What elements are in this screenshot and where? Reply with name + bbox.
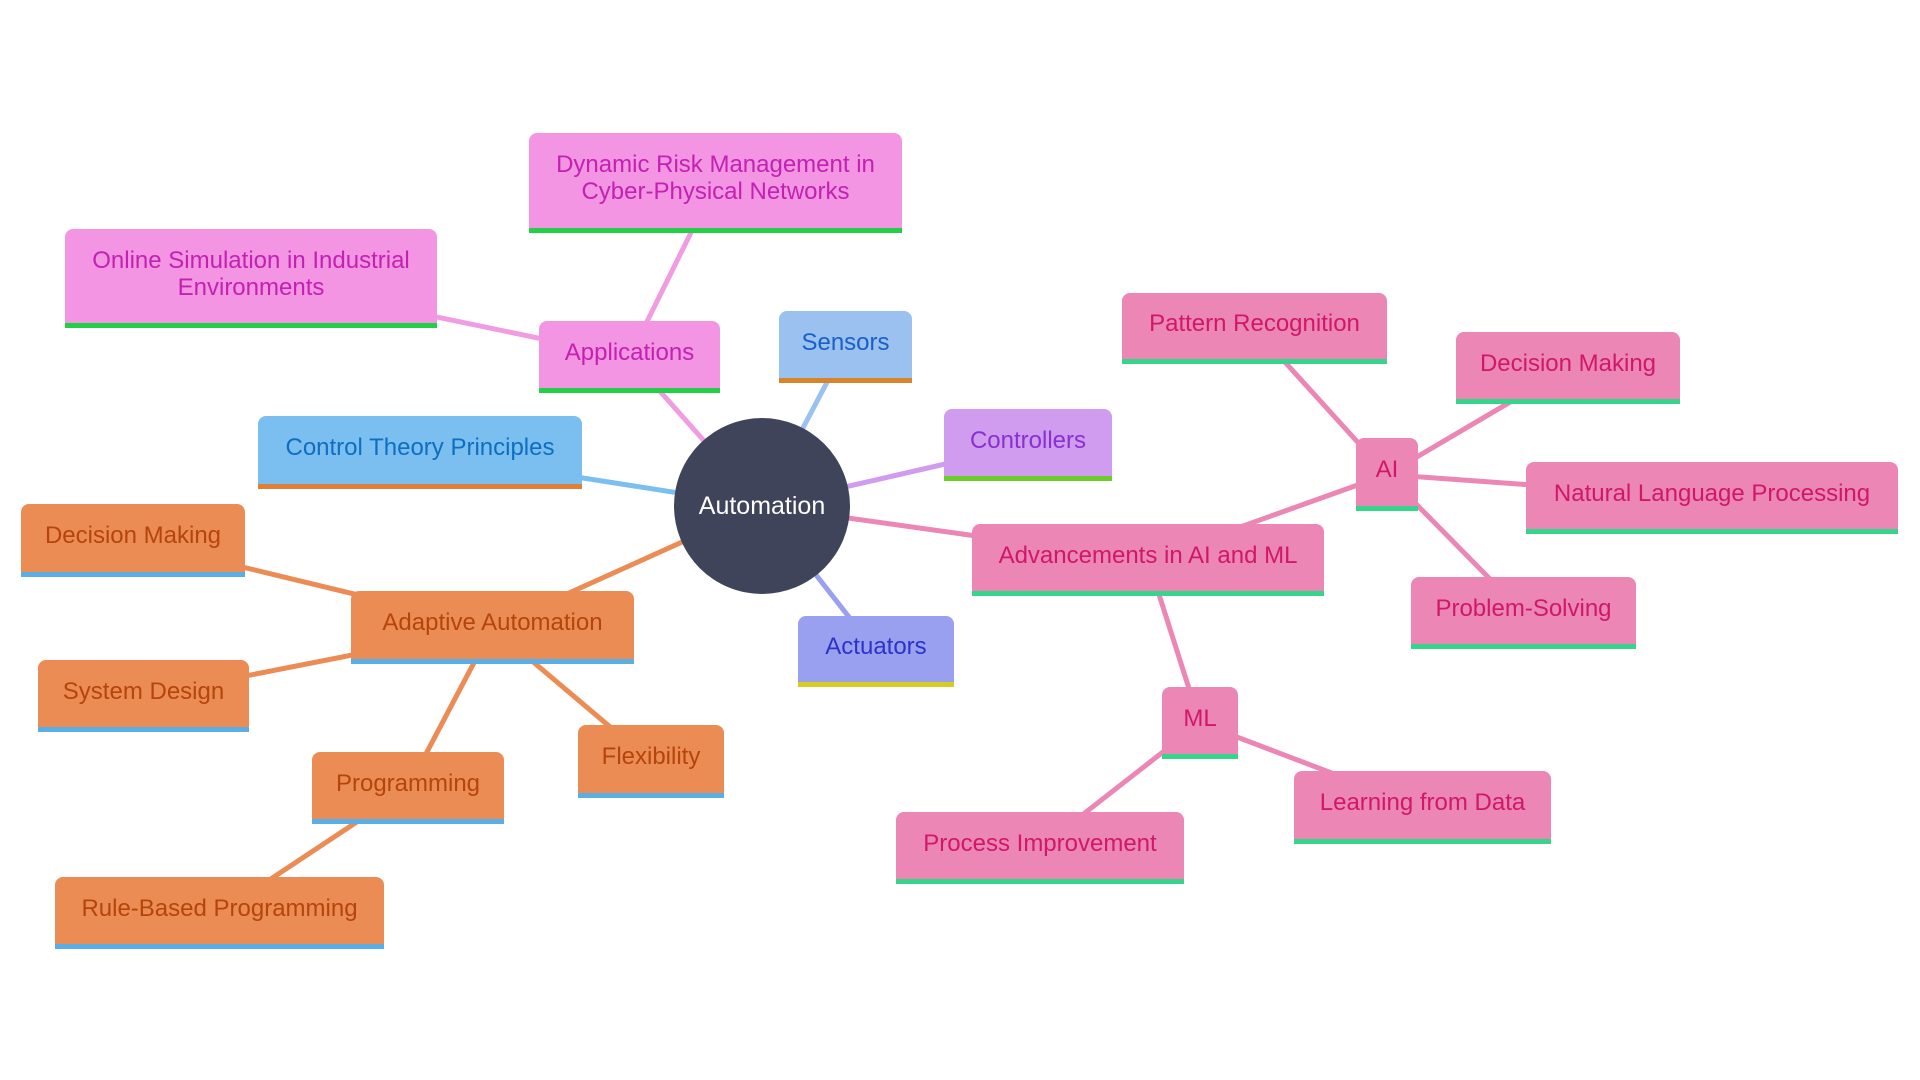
node-actuators[interactable]: Actuators (798, 616, 954, 687)
node-advancements[interactable]: Advancements in AI and ML (972, 524, 1324, 596)
node-label: Dynamic Risk Management in Cyber-Physica… (556, 151, 875, 205)
node-online-simulation[interactable]: Online Simulation in Industrial Environm… (65, 229, 437, 328)
node-label: Programming (335, 769, 481, 797)
node-automation[interactable]: Automation (674, 418, 850, 594)
node-label: Natural Language Processing (1553, 479, 1871, 507)
node-label: ML (1183, 704, 1217, 732)
node-controllers[interactable]: Controllers (944, 409, 1112, 481)
node-learning-from-data[interactable]: Learning from Data (1294, 771, 1551, 844)
node-dynamic-risk[interactable]: Dynamic Risk Management in Cyber-Physica… (529, 133, 902, 233)
node-process-improvement[interactable]: Process Improvement (896, 812, 1184, 884)
node-decision-making-adaptive[interactable]: Decision Making (21, 504, 245, 577)
node-label: Sensors (801, 328, 890, 356)
node-problem-solving[interactable]: Problem-Solving (1411, 577, 1636, 649)
node-label: Problem-Solving (1435, 594, 1612, 622)
node-label: Online Simulation in Industrial Environm… (92, 246, 410, 301)
node-label: Advancements in AI and ML (998, 541, 1298, 569)
node-label: Actuators (825, 633, 927, 660)
node-adaptive-automation[interactable]: Adaptive Automation (351, 591, 634, 664)
node-ai[interactable]: AI (1356, 438, 1418, 511)
node-label: Controllers (969, 426, 1087, 454)
node-label: Decision Making (44, 522, 222, 549)
node-label: AI (1375, 456, 1399, 483)
node-sensors[interactable]: Sensors (779, 311, 912, 383)
node-label: Automation (698, 491, 826, 520)
node-label: Decision Making (1479, 349, 1657, 377)
node-label: Control Theory Principles (285, 434, 555, 461)
node-control-theory[interactable]: Control Theory Principles (258, 416, 582, 489)
node-decision-making-ai[interactable]: Decision Making (1456, 332, 1680, 404)
node-rule-based-programming[interactable]: Rule-Based Programming (55, 877, 384, 949)
node-label: System Design (62, 677, 225, 705)
node-flexibility[interactable]: Flexibility (578, 725, 724, 798)
node-applications[interactable]: Applications (539, 321, 720, 393)
node-label: Applications (564, 338, 695, 366)
node-label: Learning from Data (1319, 789, 1526, 816)
node-system-design[interactable]: System Design (38, 660, 249, 732)
node-pattern-recognition[interactable]: Pattern Recognition (1122, 293, 1387, 364)
node-programming[interactable]: Programming (312, 752, 504, 824)
node-label: Rule-Based Programming (81, 894, 358, 922)
node-ml[interactable]: ML (1162, 687, 1238, 759)
node-nlp[interactable]: Natural Language Processing (1526, 462, 1898, 534)
node-label: Process Improvement (923, 829, 1157, 857)
node-label: Flexibility (601, 743, 701, 770)
node-label: Adaptive Automation (382, 609, 603, 636)
node-label: Pattern Recognition (1149, 310, 1360, 337)
